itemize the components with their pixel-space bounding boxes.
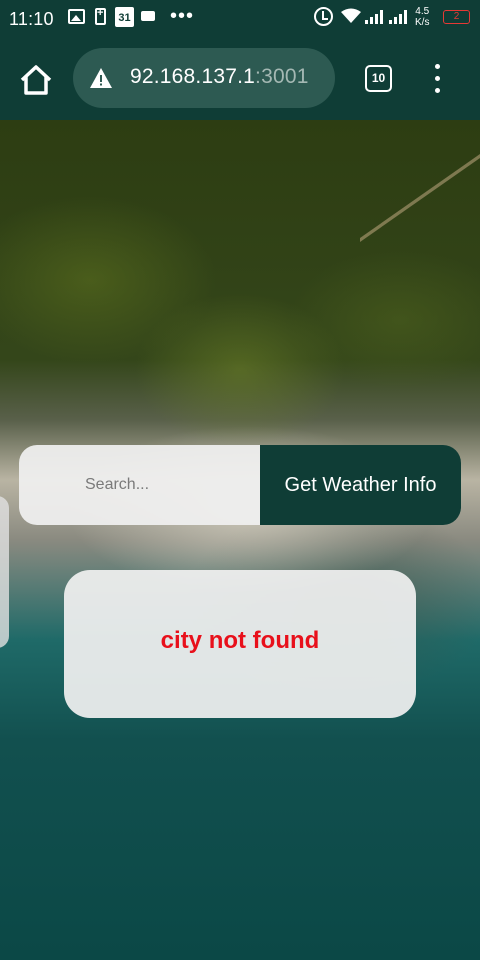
alarm-icon [314, 7, 333, 26]
url-text[interactable]: 92.168.137.1:3001 [130, 65, 309, 89]
background-path [360, 120, 480, 243]
weather-page: Get Weather Info city not found [0, 120, 480, 960]
more-vert-icon[interactable] [425, 64, 449, 94]
warning-icon[interactable] [90, 68, 112, 88]
signal-icon [389, 10, 407, 24]
battery-saver-icon [95, 7, 106, 25]
result-card: city not found [64, 570, 416, 718]
address-bar[interactable]: 92.168.137.1:3001 [73, 48, 335, 108]
home-icon[interactable] [18, 62, 54, 98]
image-icon [68, 9, 85, 24]
wifi-icon [341, 8, 361, 23]
calendar-icon: 31 [115, 7, 134, 27]
more-notifications-icon: ••• [170, 5, 195, 27]
url-host: 92.168.137.1 [130, 65, 256, 88]
browser-toolbar: 92.168.137.1:3001 10 [0, 36, 480, 120]
battery-icon: 2 [443, 10, 470, 24]
network-speed: 4.5 K/s [415, 6, 429, 28]
side-panel [0, 496, 9, 648]
tabs-icon[interactable]: 10 [365, 65, 392, 92]
message-icon [141, 11, 155, 21]
search-input[interactable] [19, 445, 260, 525]
get-weather-button[interactable]: Get Weather Info [260, 445, 461, 525]
speed-unit: K/s [415, 17, 430, 28]
error-message: city not found [160, 627, 320, 654]
status-time: 11:10 [9, 9, 54, 29]
url-port: :3001 [255, 65, 309, 88]
signal-icon [365, 10, 383, 24]
status-bar: 11:10 31 ••• 4.5 K/s 2 [0, 0, 480, 36]
speed-value: 4.5 [415, 6, 430, 17]
